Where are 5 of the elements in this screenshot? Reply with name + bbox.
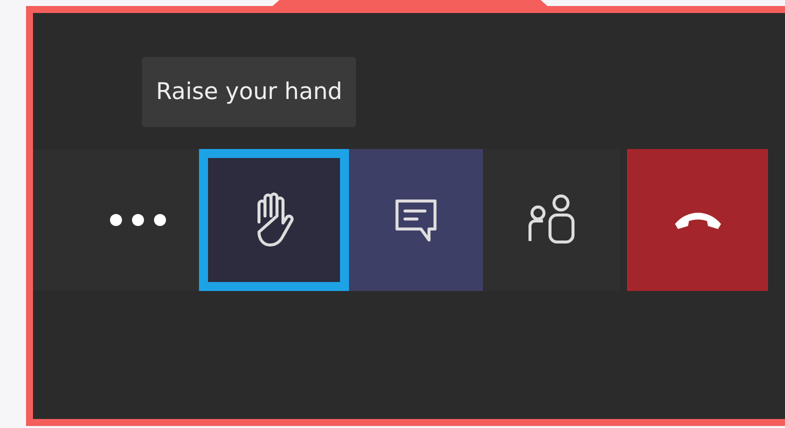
raise-hand-button[interactable] (199, 149, 349, 291)
more-icon (109, 213, 167, 227)
participants-button[interactable] (483, 149, 620, 291)
tooltip: Raise your hand (142, 57, 356, 127)
chat-button[interactable] (349, 149, 483, 291)
